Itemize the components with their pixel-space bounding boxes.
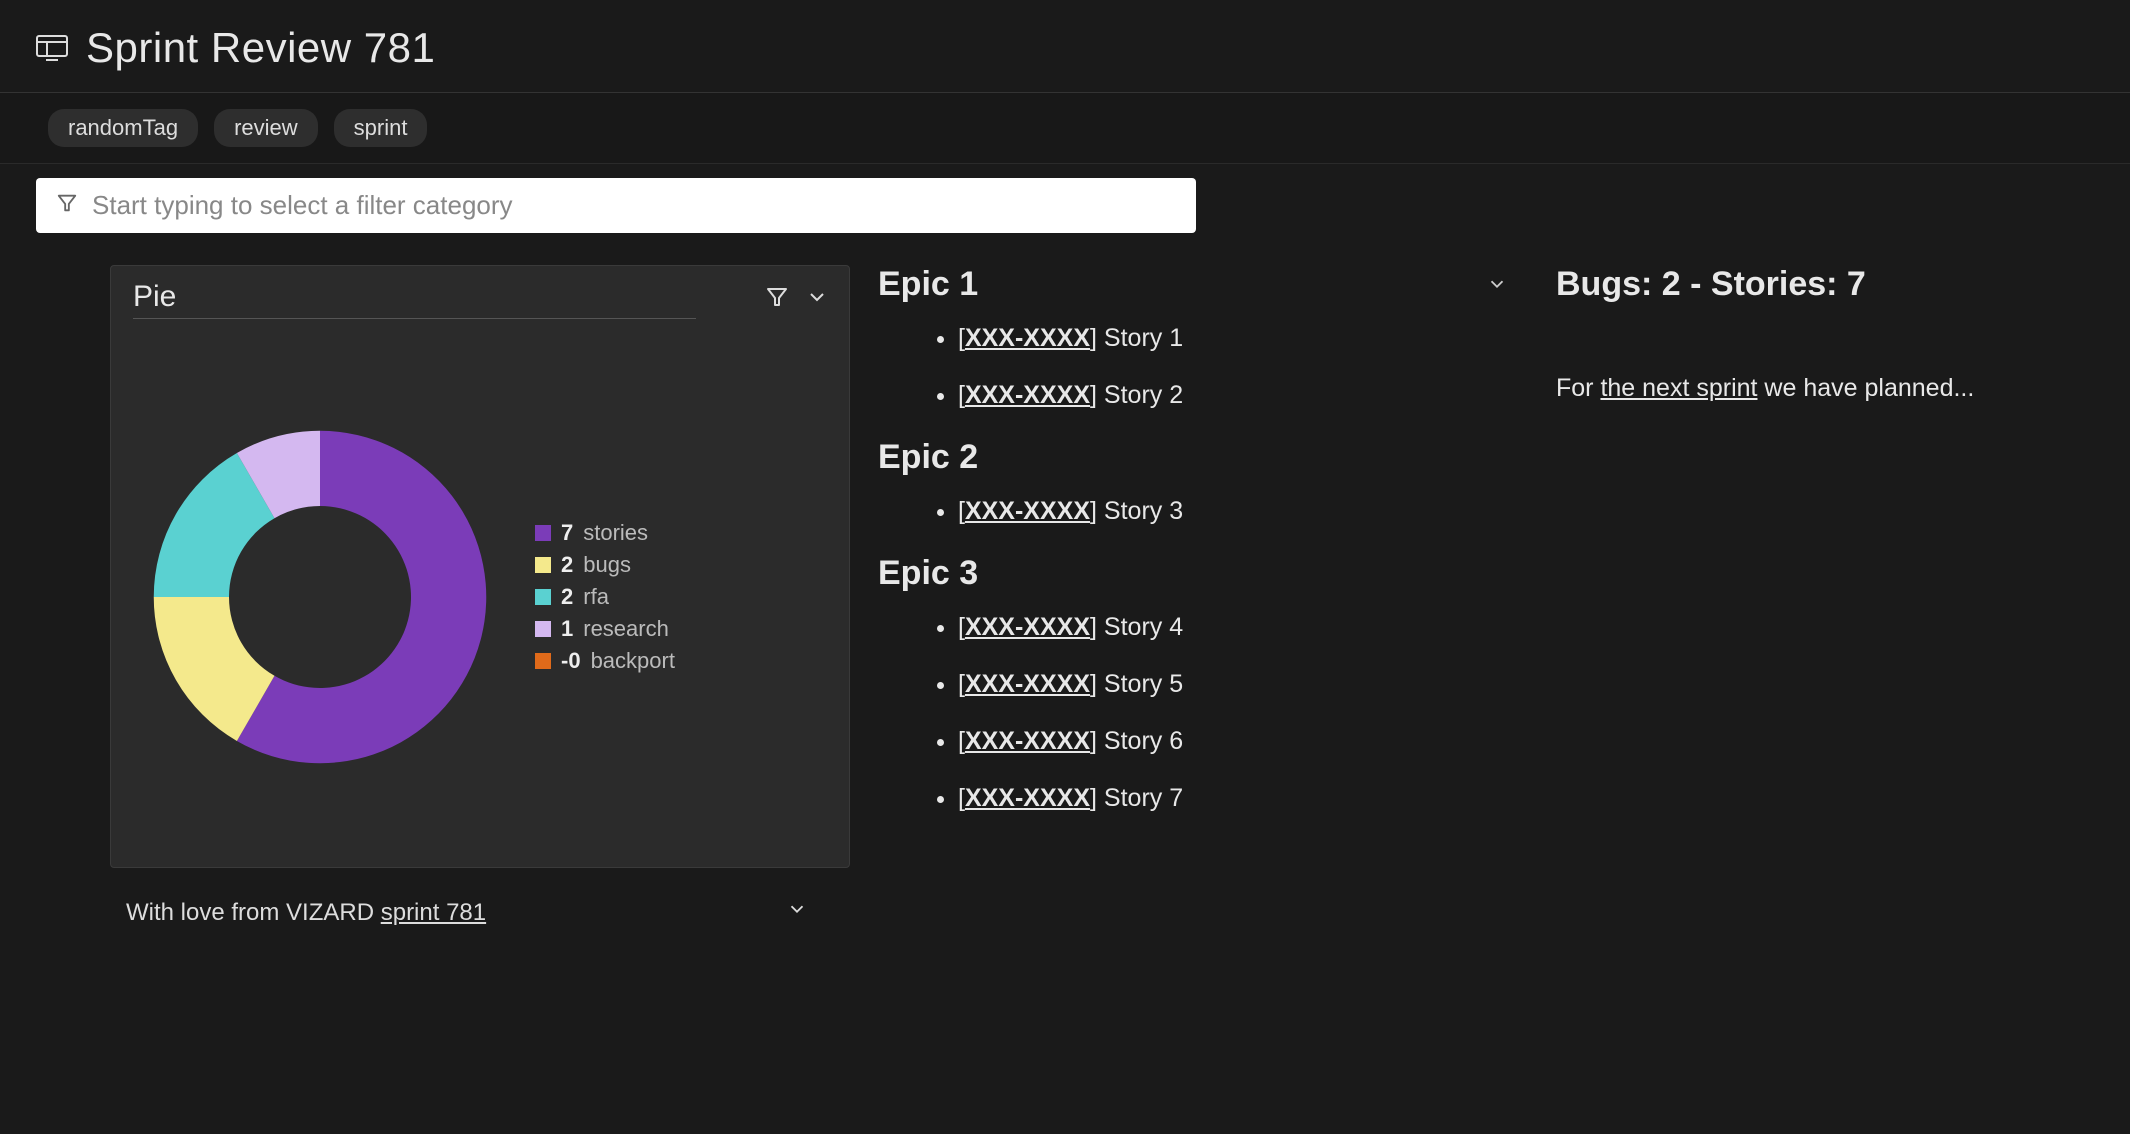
epic-heading: Epic 3 <box>878 554 1508 593</box>
story-ticket-link[interactable]: XXX-XXXX <box>965 381 1090 409</box>
legend-swatch <box>535 557 551 573</box>
legend-row: 2 rfa <box>535 584 675 610</box>
legend-swatch <box>535 589 551 605</box>
pie-panel-title: Pie <box>133 280 696 319</box>
legend-swatch <box>535 621 551 637</box>
epic-heading: Epic 1 <box>878 265 1508 304</box>
summary-body: For the next sprint we have planned... <box>1556 374 2094 403</box>
legend-label: bugs <box>583 552 631 578</box>
tags-bar: randomTag review sprint <box>0 93 2130 164</box>
page-title: Sprint Review 781 <box>86 24 435 72</box>
story-ticket-link[interactable]: XXX-XXXX <box>965 613 1090 641</box>
chevron-down-icon[interactable] <box>1486 273 1508 300</box>
legend-row: 2 bugs <box>535 552 675 578</box>
story-label: Story 1 <box>1104 324 1183 352</box>
story-item: [XXX-XXXX] Story 5 <box>958 670 1508 699</box>
story-label: Story 6 <box>1104 727 1183 755</box>
legend-label: stories <box>583 520 648 546</box>
main-content: Pie 7 stories2 bugs2 rfa1 research-0 bac… <box>0 237 2130 927</box>
legend-label: rfa <box>583 584 609 610</box>
story-label: Story 5 <box>1104 670 1183 698</box>
summary-heading: Bugs: 2 - Stories: 7 <box>1556 265 2094 304</box>
story-item: [XXX-XXXX] Story 6 <box>958 727 1508 756</box>
panel-filter-icon[interactable] <box>765 285 789 314</box>
story-item: [XXX-XXXX] Story 7 <box>958 784 1508 813</box>
story-item: [XXX-XXXX] Story 2 <box>958 381 1508 410</box>
pie-panel: Pie 7 stories2 bugs2 rfa1 research-0 bac… <box>110 265 850 868</box>
filter-input-wrap[interactable] <box>36 178 1196 233</box>
pie-body: 7 stories2 bugs2 rfa1 research-0 backpor… <box>111 327 849 867</box>
chevron-down-icon[interactable] <box>805 285 829 314</box>
story-item: [XXX-XXXX] Story 3 <box>958 497 1508 526</box>
legend-swatch <box>535 653 551 669</box>
footer-prefix: With love from VIZARD <box>126 899 381 926</box>
legend-value: 7 <box>561 520 573 546</box>
epics-column: Epic 1[XXX-XXXX] Story 1[XXX-XXXX] Story… <box>878 265 1508 927</box>
tag-chip[interactable]: review <box>214 109 318 147</box>
filter-row <box>0 164 2130 237</box>
filter-icon <box>56 192 78 219</box>
story-item: [XXX-XXXX] Story 4 <box>958 613 1508 642</box>
story-label: Story 3 <box>1104 497 1183 525</box>
story-ticket-link[interactable]: XXX-XXXX <box>965 497 1090 525</box>
summary-link[interactable]: the next sprint <box>1600 374 1757 402</box>
story-item: [XXX-XXXX] Story 1 <box>958 324 1508 353</box>
filter-input[interactable] <box>92 190 1176 221</box>
legend-row: 1 research <box>535 616 675 642</box>
epic-heading: Epic 2 <box>878 438 1508 477</box>
legend-label: research <box>583 616 669 642</box>
footer-link[interactable]: sprint 781 <box>381 899 486 926</box>
story-ticket-link[interactable]: XXX-XXXX <box>965 324 1090 352</box>
epic-block: Epic 1[XXX-XXXX] Story 1[XXX-XXXX] Story… <box>878 265 1508 410</box>
tag-chip[interactable]: randomTag <box>48 109 198 147</box>
legend-row: 7 stories <box>535 520 675 546</box>
epic-story-list: [XXX-XXXX] Story 1 [XXX-XXXX] Story 2 <box>878 324 1508 410</box>
story-ticket-link[interactable]: XXX-XXXX <box>965 727 1090 755</box>
epic-story-list: [XXX-XXXX] Story 4 [XXX-XXXX] Story 5 [XXX… <box>878 613 1508 813</box>
pie-column: Pie 7 stories2 bugs2 rfa1 research-0 bac… <box>110 265 850 927</box>
epic-story-list: [XXX-XXXX] Story 3 <box>878 497 1508 526</box>
story-label: Story 7 <box>1104 784 1183 812</box>
legend-row: -0 backport <box>535 648 675 674</box>
epic-block: Epic 2 [XXX-XXXX] Story 3 <box>878 438 1508 526</box>
legend-value: 2 <box>561 552 573 578</box>
epic-block: Epic 3[XXX-XXXX] Story 4[XXX-XXXX] Story… <box>878 554 1508 813</box>
legend-value: -0 <box>561 648 581 674</box>
tag-chip[interactable]: sprint <box>334 109 428 147</box>
chart-legend: 7 stories2 bugs2 rfa1 research-0 backpor… <box>535 520 675 674</box>
story-ticket-link[interactable]: XXX-XXXX <box>965 670 1090 698</box>
dashboard-icon <box>36 35 68 61</box>
legend-label: backport <box>591 648 675 674</box>
story-ticket-link[interactable]: XXX-XXXX <box>965 784 1090 812</box>
legend-swatch <box>535 525 551 541</box>
footer-note: With love from VIZARD sprint 781 <box>110 868 830 927</box>
summary-column: Bugs: 2 - Stories: 7 For the next sprint… <box>1536 265 2094 927</box>
story-label: Story 2 <box>1104 381 1183 409</box>
chevron-down-icon[interactable] <box>786 898 808 927</box>
legend-value: 1 <box>561 616 573 642</box>
donut-chart <box>145 422 495 772</box>
page-header: Sprint Review 781 <box>0 0 2130 93</box>
pie-panel-header: Pie <box>111 266 849 327</box>
story-label: Story 4 <box>1104 613 1183 641</box>
legend-value: 2 <box>561 584 573 610</box>
